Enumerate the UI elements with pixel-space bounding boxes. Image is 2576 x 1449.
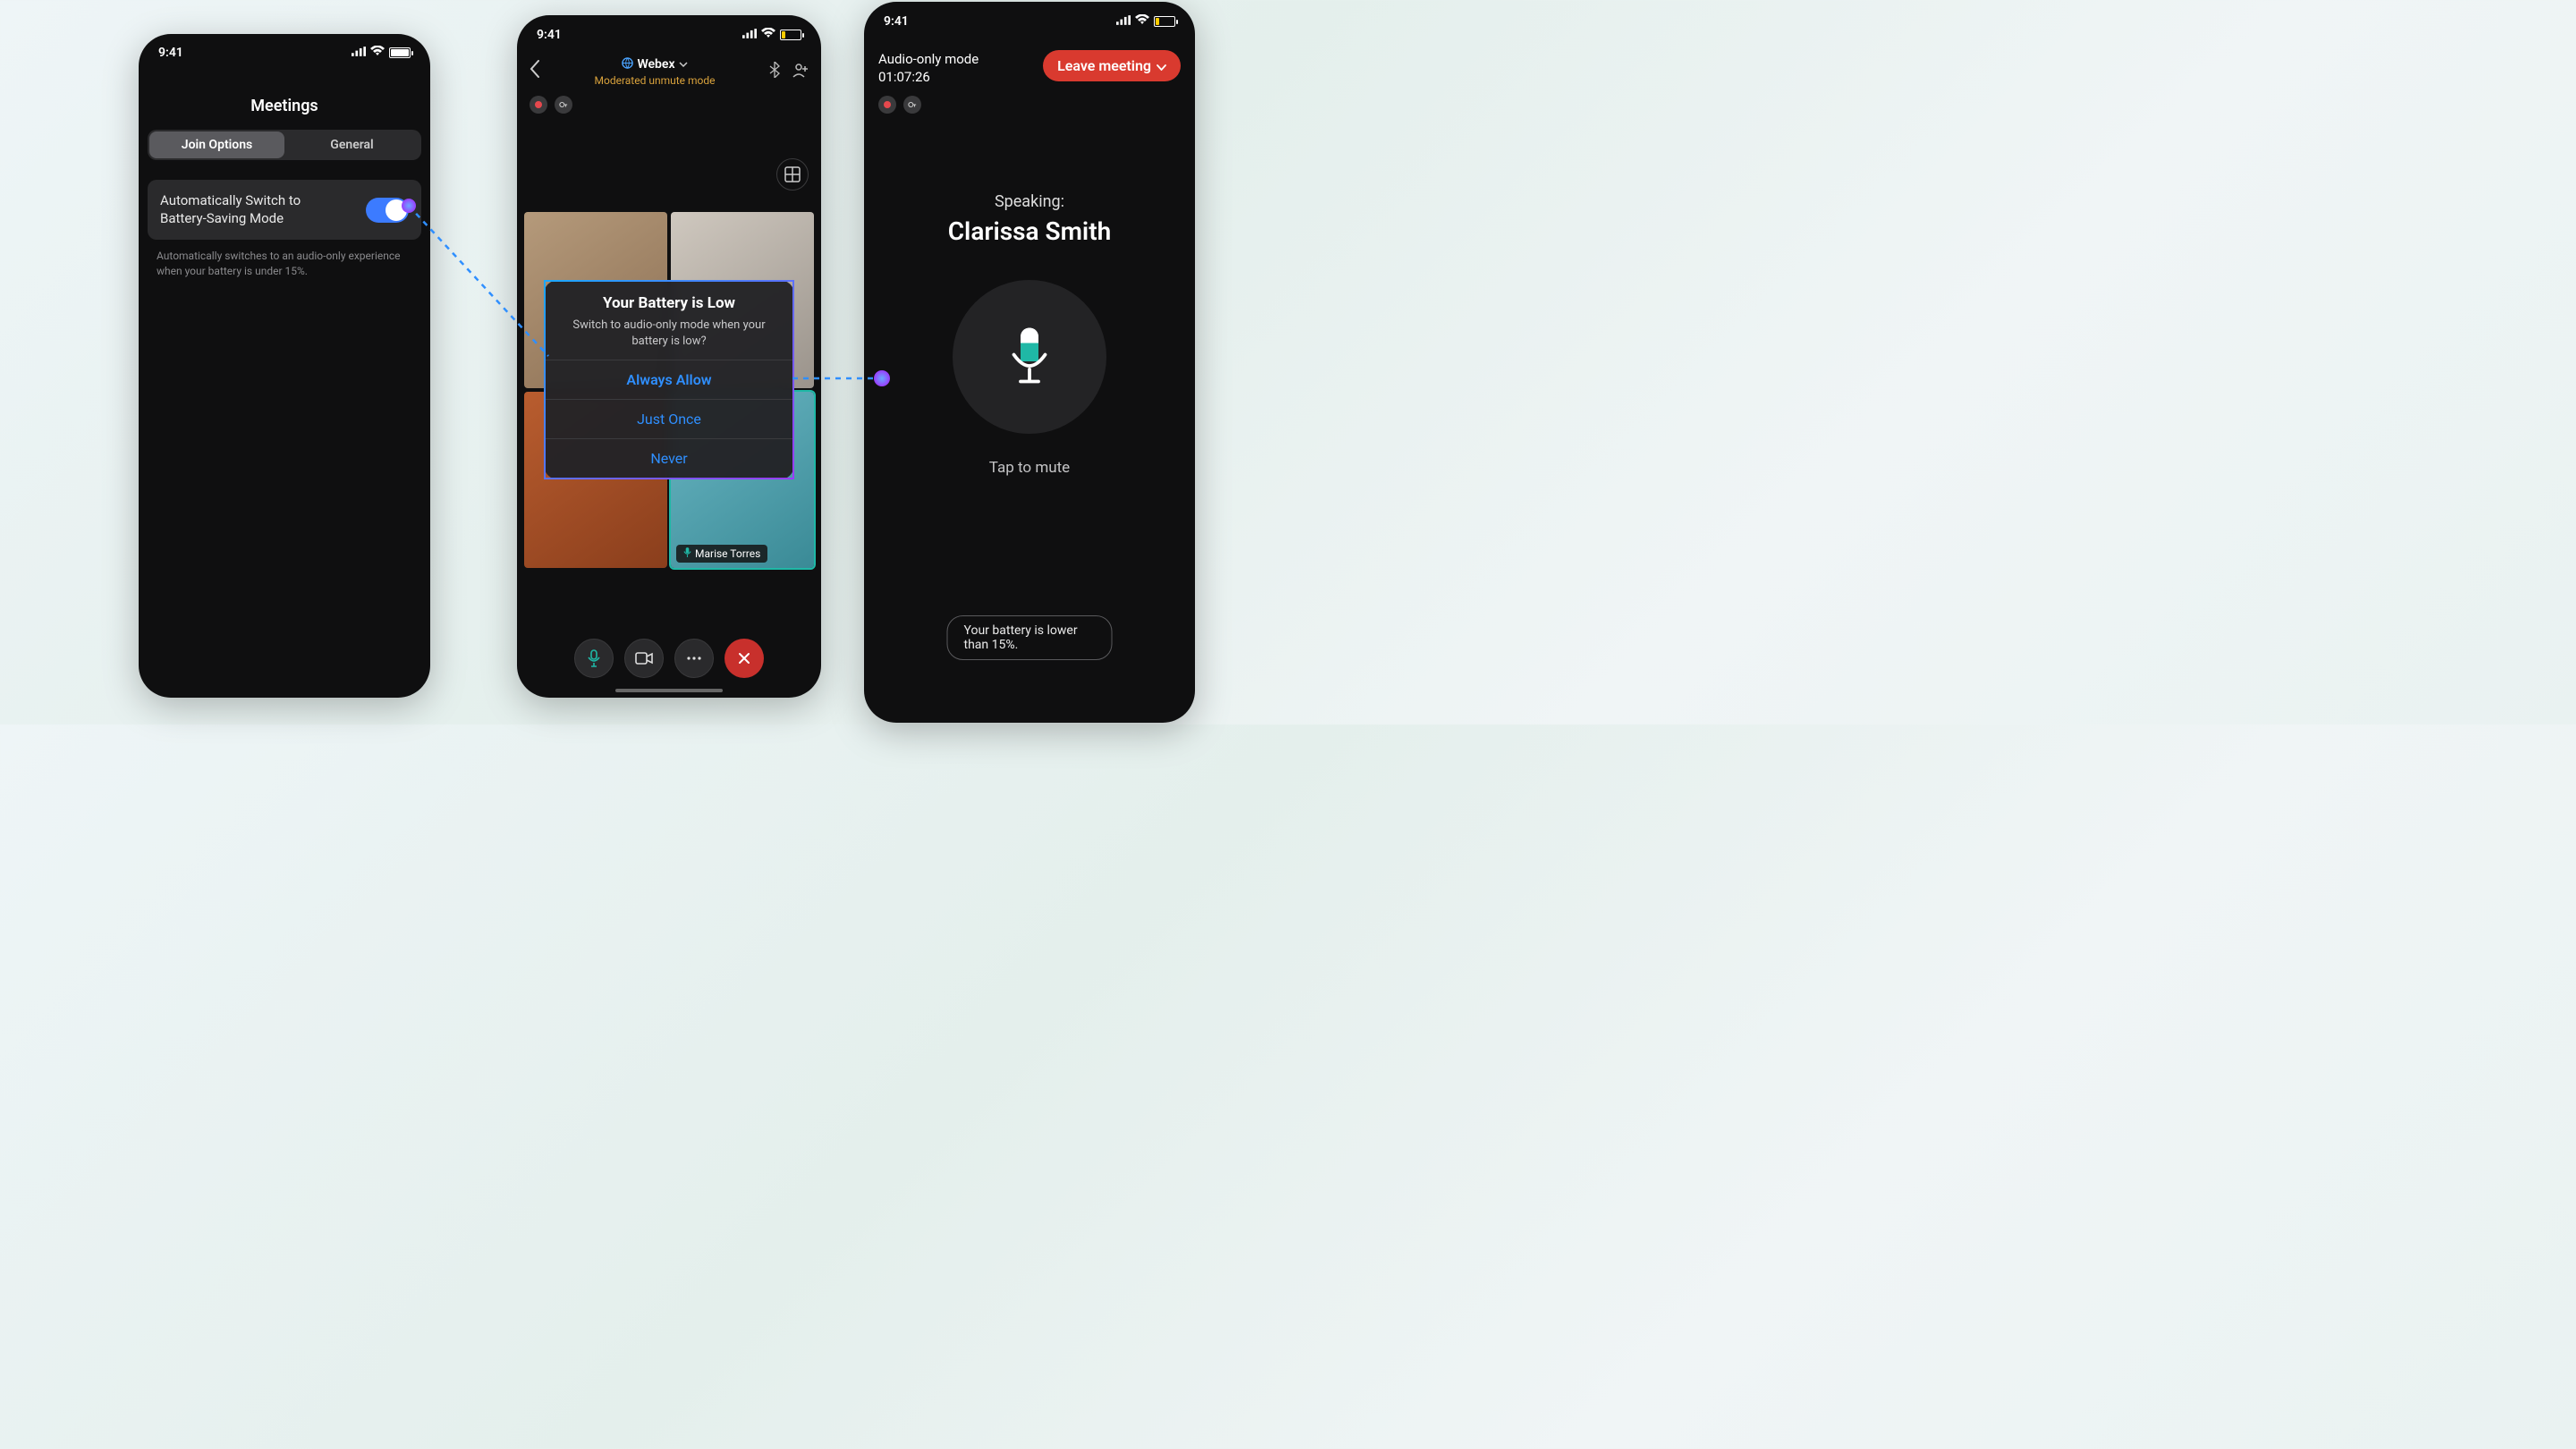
participant-name-tag: Marise Torres [676,545,767,563]
encryption-indicator [555,96,572,114]
globe-icon [622,57,633,72]
meeting-controls [517,639,821,678]
meeting-subtitle: Moderated unmute mode [540,74,769,87]
cellular-icon [1116,14,1131,29]
encryption-indicator [903,96,921,114]
tap-to-mute-label: Tap to mute [864,459,1195,477]
home-indicator [615,689,723,692]
segmented-control: Join Options General [148,130,421,160]
meeting-title-block: Webex Moderated unmute mode [540,57,769,87]
phone-meeting-grid: 9:41 Webex Moderated un [517,15,821,698]
mode-info: Audio-only mode 01:07:26 [878,50,979,87]
chevron-down-icon [1157,57,1166,74]
back-icon[interactable] [530,60,540,83]
phone-audio-only: 9:41 Audio-only mode 01:07:26 Leave meet… [864,2,1195,723]
battery-toast: Your battery is lower than 15%. [947,615,1113,660]
speaker-name: Clarissa Smith [864,216,1195,246]
video-button[interactable] [624,639,664,678]
wifi-icon [370,46,385,60]
header-actions [769,62,809,81]
page-title: Meetings [139,97,430,115]
dialog-title: Your Battery is Low [546,282,792,312]
status-time: 9:41 [158,46,183,60]
cellular-icon [742,28,757,42]
status-time: 9:41 [884,14,909,29]
meeting-top-bar: Audio-only mode 01:07:26 Leave meeting [864,41,1195,87]
layout-button[interactable] [776,158,809,191]
mute-button[interactable] [574,639,614,678]
app-title: Webex [637,57,674,72]
wifi-icon [761,28,775,42]
cellular-icon [352,46,366,60]
dialog-message: Switch to audio-only mode when your batt… [546,312,792,360]
leave-meeting-button[interactable]: Leave meeting [1043,50,1181,81]
status-icons [352,46,411,60]
meeting-header: Webex Moderated unmute mode [517,55,821,89]
speaking-label: Speaking: [864,192,1195,211]
status-bar: 9:41 [517,15,821,55]
battery-low-icon [780,30,801,40]
dialog-option-always[interactable]: Always Allow [546,360,792,399]
wifi-icon [1135,14,1149,29]
more-button[interactable] [674,639,714,678]
battery-saving-toggle[interactable] [366,198,409,223]
mute-toggle-button[interactable] [953,280,1106,434]
leave-label: Leave meeting [1057,57,1151,74]
recording-indicator [878,96,896,114]
phone-settings: 9:41 Meetings Join Options General Autom… [139,34,430,698]
battery-low-icon [1154,16,1175,27]
speaking-block: Speaking: Clarissa Smith [864,192,1195,246]
dialog-option-once[interactable]: Just Once [546,399,792,438]
participant-name: Marise Torres [695,547,760,560]
chevron-down-icon[interactable] [679,60,688,70]
indicator-row [517,89,821,121]
battery-icon [389,47,411,58]
status-icons [1116,14,1175,29]
indicator-row [864,87,1195,114]
status-bar: 9:41 [864,2,1195,41]
recording-indicator [530,96,547,114]
add-person-icon[interactable] [792,62,809,81]
tab-join-options[interactable]: Join Options [149,131,284,158]
duration: 01:07:26 [878,68,979,86]
status-time: 9:41 [537,28,562,42]
setting-description: Automatically switches to an audio-only … [157,249,412,279]
mode-label: Audio-only mode [878,50,979,68]
status-bar: 9:41 [139,34,430,72]
low-battery-dialog: Your Battery is Low Switch to audio-only… [544,280,794,479]
dialog-option-never[interactable]: Never [546,438,792,478]
end-call-button[interactable] [724,639,764,678]
battery-saving-setting-row[interactable]: Automatically Switch to Battery-Saving M… [148,180,421,240]
setting-label: Automatically Switch to Battery-Saving M… [160,192,339,227]
bluetooth-icon[interactable] [769,62,780,81]
mic-active-icon [683,547,691,560]
tab-general[interactable]: General [284,131,419,158]
status-icons [742,28,801,42]
